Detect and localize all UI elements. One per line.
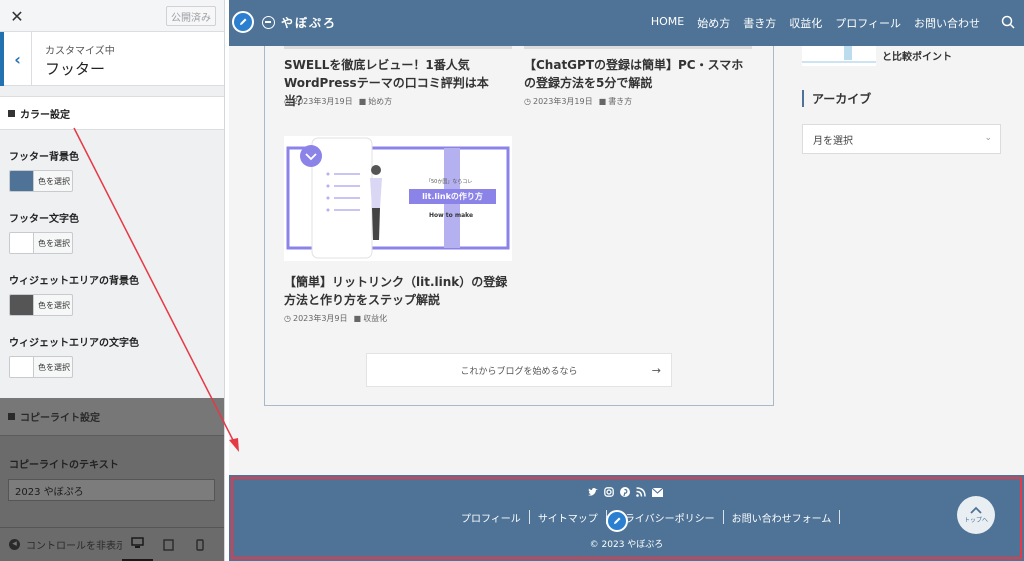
close-icon[interactable]: ✕ bbox=[0, 0, 34, 32]
main-nav: HOME 始め方 書き方 収益化 プロフィール お問い合わせ bbox=[651, 15, 980, 31]
back-icon[interactable]: ‹ bbox=[0, 32, 32, 86]
footer-link-profile[interactable]: プロフィール bbox=[453, 510, 529, 525]
chevron-up-icon bbox=[970, 506, 982, 514]
footer-text-color-field: フッター文字色 色を選択 bbox=[0, 210, 224, 254]
publish-button[interactable]: 公開済み bbox=[166, 6, 216, 26]
widget-post-title[interactable]: と比較ポイント bbox=[882, 48, 952, 63]
clock-icon: ◷ bbox=[284, 97, 291, 106]
section-header: ‹ カスタマイズ中 フッター bbox=[0, 32, 224, 86]
tablet-preview-icon[interactable] bbox=[153, 528, 184, 561]
start-blog-button[interactable]: これからブログを始めるなら → bbox=[366, 353, 672, 387]
section-title: フッター bbox=[45, 60, 106, 78]
footer-nav: プロフィール サイトマップ プライバシーポリシー お問い合わせフォーム bbox=[453, 510, 841, 525]
collapse-icon: ◂ bbox=[9, 539, 20, 550]
logo-mark-icon bbox=[262, 16, 275, 29]
folder-icon: ■ bbox=[358, 97, 367, 106]
arrow-right-icon: → bbox=[651, 364, 661, 377]
nav-item-writing[interactable]: 書き方 bbox=[743, 15, 776, 31]
clock-icon: ◷ bbox=[524, 97, 531, 106]
post-meta: ◷ 2023年3月19日 ■ 始め方 bbox=[284, 97, 393, 106]
month-select[interactable]: 月を選択 ⌄ bbox=[802, 124, 1001, 154]
folder-icon: ■ bbox=[598, 97, 607, 106]
thumb-sub-text: How to make bbox=[429, 212, 474, 219]
footer-bg-color-field: フッター背景色 色を選択 bbox=[0, 148, 224, 192]
back-to-top-button[interactable]: トップへ bbox=[957, 496, 995, 534]
hide-controls-button[interactable]: ◂ コントロールを非表示 bbox=[0, 537, 122, 552]
mobile-preview-icon[interactable] bbox=[184, 528, 215, 561]
mail-icon[interactable] bbox=[652, 487, 663, 497]
nav-item-home[interactable]: HOME bbox=[651, 15, 684, 31]
color-settings-heading: カラー設定 bbox=[0, 96, 224, 130]
thumb-small-text: 「50か国」ならコレ bbox=[426, 179, 473, 185]
copyright-settings-heading: コピーライト設定 bbox=[0, 398, 224, 436]
widget-bg-color-button[interactable]: 色を選択 bbox=[9, 294, 73, 316]
site-preview: やぼぷろ HOME 始め方 書き方 収益化 プロフィール お問い合わせ SWEL… bbox=[229, 0, 1024, 561]
nav-item-contact[interactable]: お問い合わせ bbox=[914, 15, 980, 31]
clock-icon: ◷ bbox=[284, 314, 291, 323]
nav-item-monetize[interactable]: 収益化 bbox=[789, 15, 822, 31]
color-swatch bbox=[10, 233, 34, 253]
card-edge bbox=[284, 46, 512, 49]
customizer-topbar: ✕ 公開済み bbox=[0, 0, 224, 32]
color-swatch bbox=[10, 295, 34, 315]
customizer-panel: ✕ 公開済み ‹ カスタマイズ中 フッター カラー設定 フッター背景色 色を選択… bbox=[0, 0, 225, 561]
thumb-banner: lit.linkの作り方 bbox=[409, 189, 496, 204]
folder-icon: ■ bbox=[353, 314, 362, 323]
copyright-text-label: コピーライトのテキスト bbox=[9, 460, 119, 471]
widget-thumbnail[interactable] bbox=[802, 46, 876, 66]
footer-bg-color-button[interactable]: 色を選択 bbox=[9, 170, 73, 192]
square-icon bbox=[8, 109, 15, 117]
footer-link-sitemap[interactable]: サイトマップ bbox=[530, 510, 606, 525]
social-icons bbox=[588, 487, 663, 497]
site-logo[interactable]: やぼぷろ bbox=[262, 14, 337, 31]
site-header: やぼぷろ HOME 始め方 書き方 収益化 プロフィール お問い合わせ bbox=[229, 0, 1024, 46]
nav-item-start[interactable]: 始め方 bbox=[697, 15, 730, 31]
edit-pencil-icon[interactable] bbox=[232, 11, 254, 33]
rss-icon[interactable] bbox=[636, 487, 646, 497]
square-icon bbox=[8, 413, 15, 420]
footer-link-contact[interactable]: お問い合わせフォーム bbox=[724, 510, 840, 525]
copyright-text-input[interactable]: 2023 やぼぷろ bbox=[8, 479, 215, 501]
footer-text-color-button[interactable]: 色を選択 bbox=[9, 232, 73, 254]
nav-item-profile[interactable]: プロフィール bbox=[835, 15, 901, 31]
pinterest-icon[interactable] bbox=[620, 487, 630, 497]
chevron-down-icon: ⌄ bbox=[984, 133, 992, 143]
customizing-label: カスタマイズ中 bbox=[45, 46, 115, 57]
footer-copyright: © 2023 やぼぷろ bbox=[589, 540, 664, 550]
widget-text-color-button[interactable]: 色を選択 bbox=[9, 356, 73, 378]
twitter-icon[interactable] bbox=[588, 487, 598, 497]
dimmed-area: コピーライト設定 コピーライトのテキスト 2023 やぼぷろ ◂ コントロールを… bbox=[0, 398, 224, 561]
post-meta: ◷ 2023年3月19日 ■ 書き方 bbox=[524, 97, 633, 106]
footer-divider bbox=[839, 510, 841, 524]
desktop-preview-icon[interactable] bbox=[122, 528, 153, 561]
search-icon[interactable] bbox=[1001, 14, 1015, 33]
instagram-icon[interactable] bbox=[604, 487, 614, 497]
color-swatch bbox=[10, 357, 34, 377]
color-swatch bbox=[10, 171, 34, 191]
edit-pencil-icon[interactable] bbox=[606, 510, 628, 532]
widget-text-color-field: ウィジェットエリアの文字色 色を選択 bbox=[0, 334, 224, 378]
card-edge bbox=[524, 46, 752, 49]
post-title[interactable]: 【ChatGPTの登録は簡単】PC・スマホの登録方法を5分で解説 bbox=[524, 56, 752, 92]
archive-heading: アーカイブ bbox=[802, 90, 871, 107]
post-title[interactable]: 【簡単】リットリンク（lit.link）の登録方法と作り方をステップ解説 bbox=[284, 273, 512, 309]
post-meta: ◷ 2023年3月9日 ■ 収益化 bbox=[284, 314, 388, 323]
widget-bg-color-field: ウィジェットエリアの背景色 色を選択 bbox=[0, 272, 224, 316]
customizer-footer-bar: ◂ コントロールを非表示 bbox=[0, 527, 224, 561]
